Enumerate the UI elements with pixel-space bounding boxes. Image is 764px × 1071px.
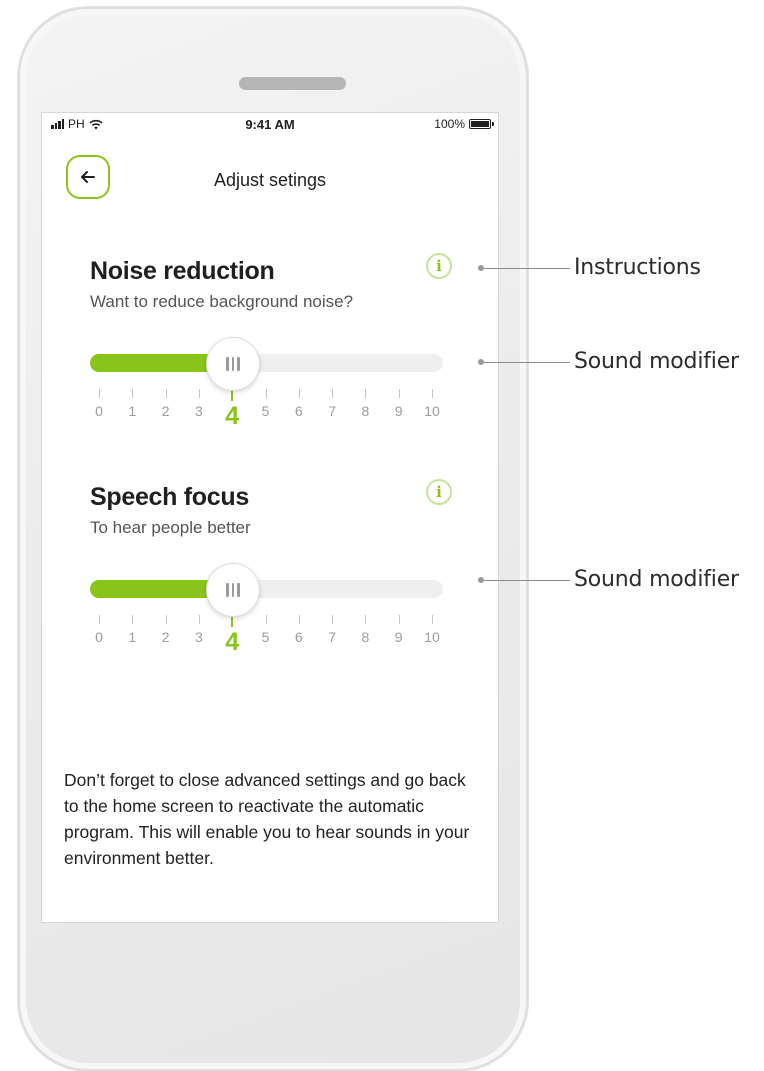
slider-scale-label: 3 [194, 629, 203, 645]
grip-line [226, 583, 229, 597]
status-bar: PH 9:41 AM 100% [42, 113, 498, 135]
slider-value-selected: 4 [225, 402, 240, 430]
slider-scale-label: 1 [128, 629, 137, 645]
slider-tick [398, 389, 400, 398]
slider-tick [132, 389, 134, 398]
status-right: 100% [434, 117, 494, 131]
slider-scale-label: 9 [394, 629, 403, 645]
slider-tick [365, 389, 367, 398]
slider-scale-label: 3 [194, 403, 203, 419]
slider-scale-label: 2 [161, 403, 170, 419]
slider-tick [99, 615, 100, 624]
callout-label: Sound modifier [574, 349, 739, 374]
noise-reduction-subtitle: Want to reduce background noise? [90, 292, 354, 311]
slider-scale-label: 6 [294, 403, 303, 419]
speech-focus-section: Speech focus To hear people better i [90, 479, 452, 538]
slider-scale-label: 1 [128, 403, 137, 419]
slider-scale-label: 8 [361, 629, 370, 645]
slider-tick [265, 615, 267, 624]
grip-line [226, 357, 229, 371]
battery-percent: 100% [434, 117, 465, 131]
noise-reduction-slider[interactable]: 0 1 2 3 4 5 6 7 8 9 10 [90, 337, 443, 430]
app-screen: PH 9:41 AM 100% Adjust setings Noise red… [41, 112, 499, 923]
slider-scale-label: 0 [95, 403, 103, 419]
slider-handle[interactable] [206, 337, 261, 391]
slider-value-selected: 4 [225, 628, 240, 656]
slider-tick [198, 389, 200, 398]
slider-track[interactable] [90, 580, 443, 598]
slider-tick [99, 389, 100, 398]
slider-tick [332, 389, 334, 398]
speech-focus-subtitle: To hear people better [90, 518, 251, 537]
callout-label: Sound modifier [574, 567, 739, 592]
slider-tick [165, 389, 167, 398]
slider-scale-label: 2 [161, 629, 170, 645]
slider-tick [132, 615, 134, 624]
battery-icon [469, 119, 494, 129]
slider-scale-label: 10 [424, 629, 440, 645]
slider-scale-label: 0 [95, 629, 103, 645]
speech-focus-title: Speech focus [90, 483, 249, 511]
slider-track[interactable] [90, 354, 443, 372]
callout-line [484, 267, 570, 269]
slider-tick [432, 389, 433, 398]
slider-tick [432, 615, 433, 624]
noise-reduction-title: Noise reduction [90, 257, 275, 285]
slider-scale-label: 5 [261, 629, 270, 645]
page-title: Adjust setings [213, 170, 327, 190]
slider-scale-label: 10 [424, 403, 440, 419]
slider-tick [198, 615, 200, 624]
callout-line [484, 361, 570, 363]
status-time: 9:41 AM [245, 117, 295, 132]
slider-tick [398, 615, 400, 624]
slider-tick [265, 389, 267, 398]
noise-reduction-section: Noise reduction Want to reduce backgroun… [90, 253, 452, 312]
grip-line [231, 357, 235, 371]
slider-scale-label: 6 [294, 629, 303, 645]
slider-tick [298, 389, 300, 398]
speech-focus-info-icon[interactable]: i [426, 479, 452, 505]
phone-speaker [239, 77, 346, 90]
slider-tick [365, 615, 367, 624]
slider-handle[interactable] [206, 563, 261, 617]
grip-line [237, 357, 240, 371]
slider-scale-label: 7 [328, 629, 336, 645]
speech-focus-slider[interactable]: 0 1 2 3 4 5 6 7 8 9 10 [90, 563, 443, 656]
slider-tick [165, 615, 167, 624]
slider-scale-label: 9 [394, 403, 403, 419]
slider-scale-label: 7 [328, 403, 336, 419]
callout-line [484, 579, 570, 581]
slider-scale-label: 5 [261, 403, 270, 419]
slider-scale-label: 8 [361, 403, 370, 419]
slider-tick [298, 615, 300, 624]
noise-reduction-info-icon[interactable]: i [426, 253, 452, 279]
footer-note: Don’t forget to close advanced settings … [64, 770, 470, 868]
slider-tick [332, 615, 334, 624]
grip-line [231, 583, 235, 597]
grip-line [237, 583, 240, 597]
callout-label: Instructions [574, 255, 701, 280]
